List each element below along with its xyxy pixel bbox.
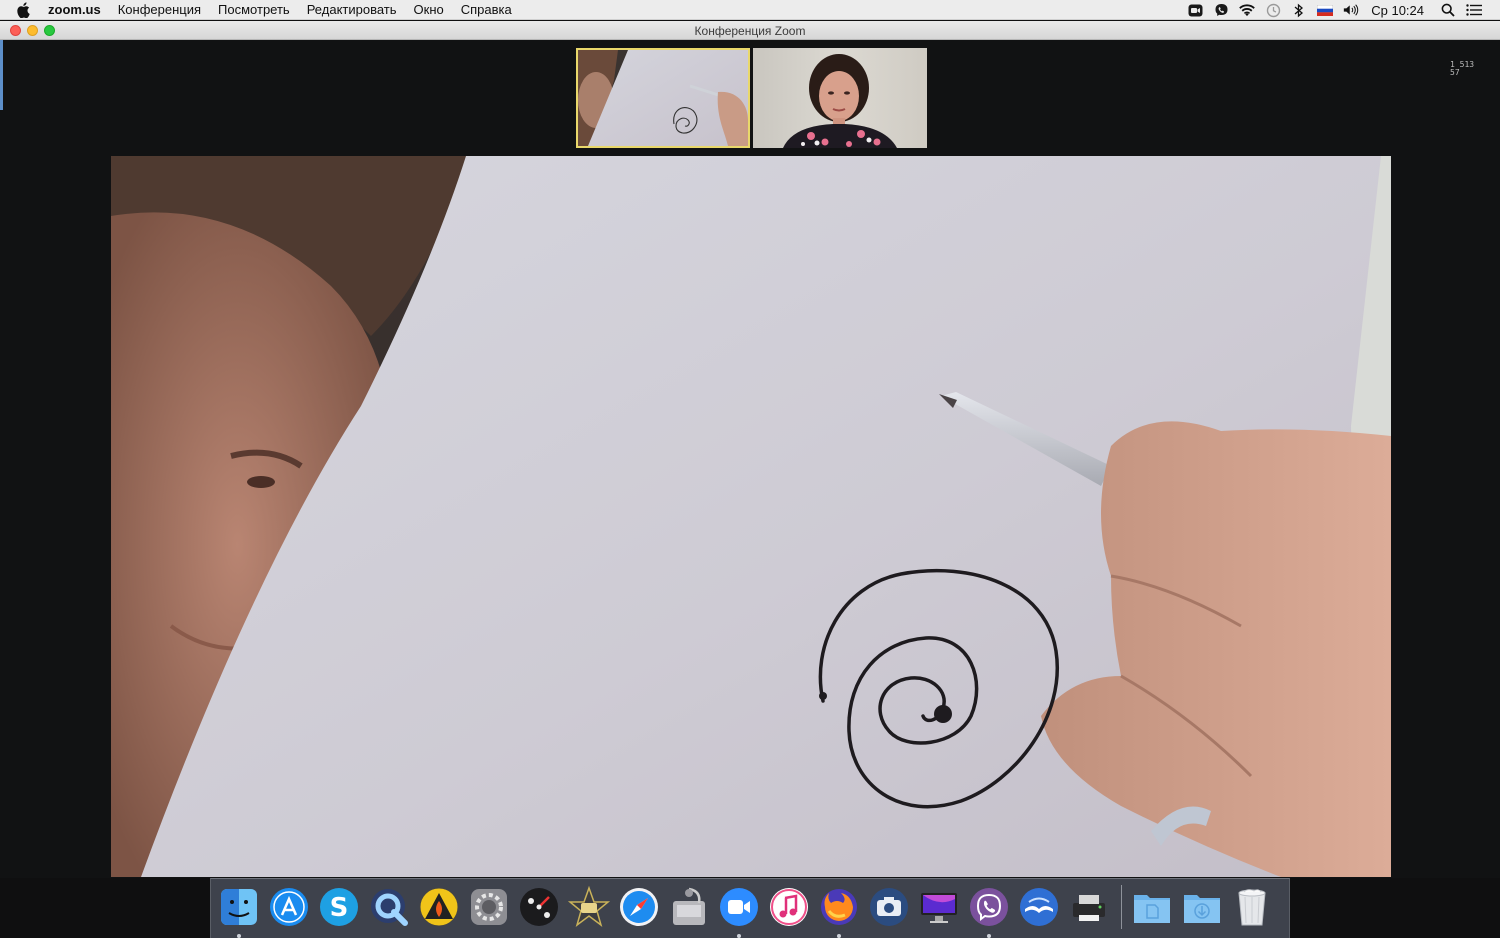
participant-thumbnail-active[interactable]: [576, 48, 750, 148]
menu-app-name[interactable]: zoom.us: [48, 2, 101, 17]
video-stats-overlay: 1 513 57: [1450, 60, 1475, 77]
volume-icon[interactable]: [1343, 2, 1359, 18]
downloads-folder-icon[interactable]: [1180, 885, 1224, 929]
menubar-clock[interactable]: Ср 10:24: [1371, 3, 1424, 18]
wifi-icon[interactable]: [1239, 2, 1256, 18]
notification-center-icon[interactable]: [1466, 2, 1482, 18]
bluetooth-icon[interactable]: [1291, 2, 1307, 18]
zoom-dock-icon[interactable]: [717, 885, 761, 938]
menu-window[interactable]: Окно: [414, 2, 444, 17]
viber-dock-icon[interactable]: [967, 885, 1011, 938]
dock-app-list: S: [217, 885, 1280, 938]
time-machine-icon[interactable]: [1265, 2, 1281, 18]
migration-assistant-icon[interactable]: [1017, 885, 1061, 929]
zoom-running-indicator: [737, 934, 741, 938]
window-titlebar[interactable]: Конференция Zoom: [0, 21, 1500, 40]
menubar: zoom.us Конференция Посмотреть Редактиро…: [0, 0, 1500, 20]
participant-video-woman: [753, 48, 927, 148]
dashboard-icon[interactable]: [517, 885, 561, 929]
itunes-icon[interactable]: [767, 885, 811, 929]
dock-separator: [1121, 885, 1122, 929]
menu-edit[interactable]: Редактировать: [307, 2, 397, 17]
window-edge-highlight: [0, 40, 3, 110]
quicktime-icon[interactable]: [367, 885, 411, 929]
viber-status-icon[interactable]: [1213, 2, 1229, 18]
disk-utility-icon[interactable]: [667, 885, 711, 929]
menu-conference[interactable]: Конференция: [118, 2, 201, 17]
dock: S: [210, 878, 1290, 938]
image-capture-icon[interactable]: [867, 885, 911, 929]
finder-icon[interactable]: [217, 885, 261, 938]
firefox-icon[interactable]: [817, 885, 861, 938]
participant-thumbnail[interactable]: [753, 48, 927, 148]
system-preferences-icon[interactable]: [467, 885, 511, 929]
participant-video-drawing: [578, 50, 748, 146]
trash-icon[interactable]: [1230, 885, 1274, 929]
zoom-status-icon[interactable]: [1187, 2, 1203, 18]
active-speaker-video[interactable]: [111, 156, 1391, 877]
finder-running-indicator: [237, 934, 241, 938]
skype-icon[interactable]: S: [317, 885, 361, 929]
menu-help[interactable]: Справка: [461, 2, 512, 17]
svg-text:S: S: [330, 893, 349, 923]
viber-running-indicator: [987, 934, 991, 938]
firefox-running-indicator: [837, 934, 841, 938]
spotlight-search-icon[interactable]: [1440, 2, 1456, 18]
russian-flag-icon[interactable]: [1317, 2, 1334, 18]
window-title: Конференция Zoom: [694, 24, 806, 38]
documents-folder-icon[interactable]: [1130, 885, 1174, 929]
printer-icon[interactable]: [1067, 885, 1111, 929]
menu-view[interactable]: Посмотреть: [218, 2, 290, 17]
safari-icon[interactable]: [617, 885, 661, 929]
apple-menu-icon[interactable]: [16, 1, 34, 18]
imovie-icon[interactable]: [567, 885, 611, 929]
active-speaker-video-frame: [111, 156, 1391, 877]
burn-icon[interactable]: [417, 885, 461, 929]
app-store-icon[interactable]: [267, 885, 311, 929]
display-icon[interactable]: [917, 885, 961, 929]
status-area: Ср 10:24: [1187, 0, 1500, 20]
